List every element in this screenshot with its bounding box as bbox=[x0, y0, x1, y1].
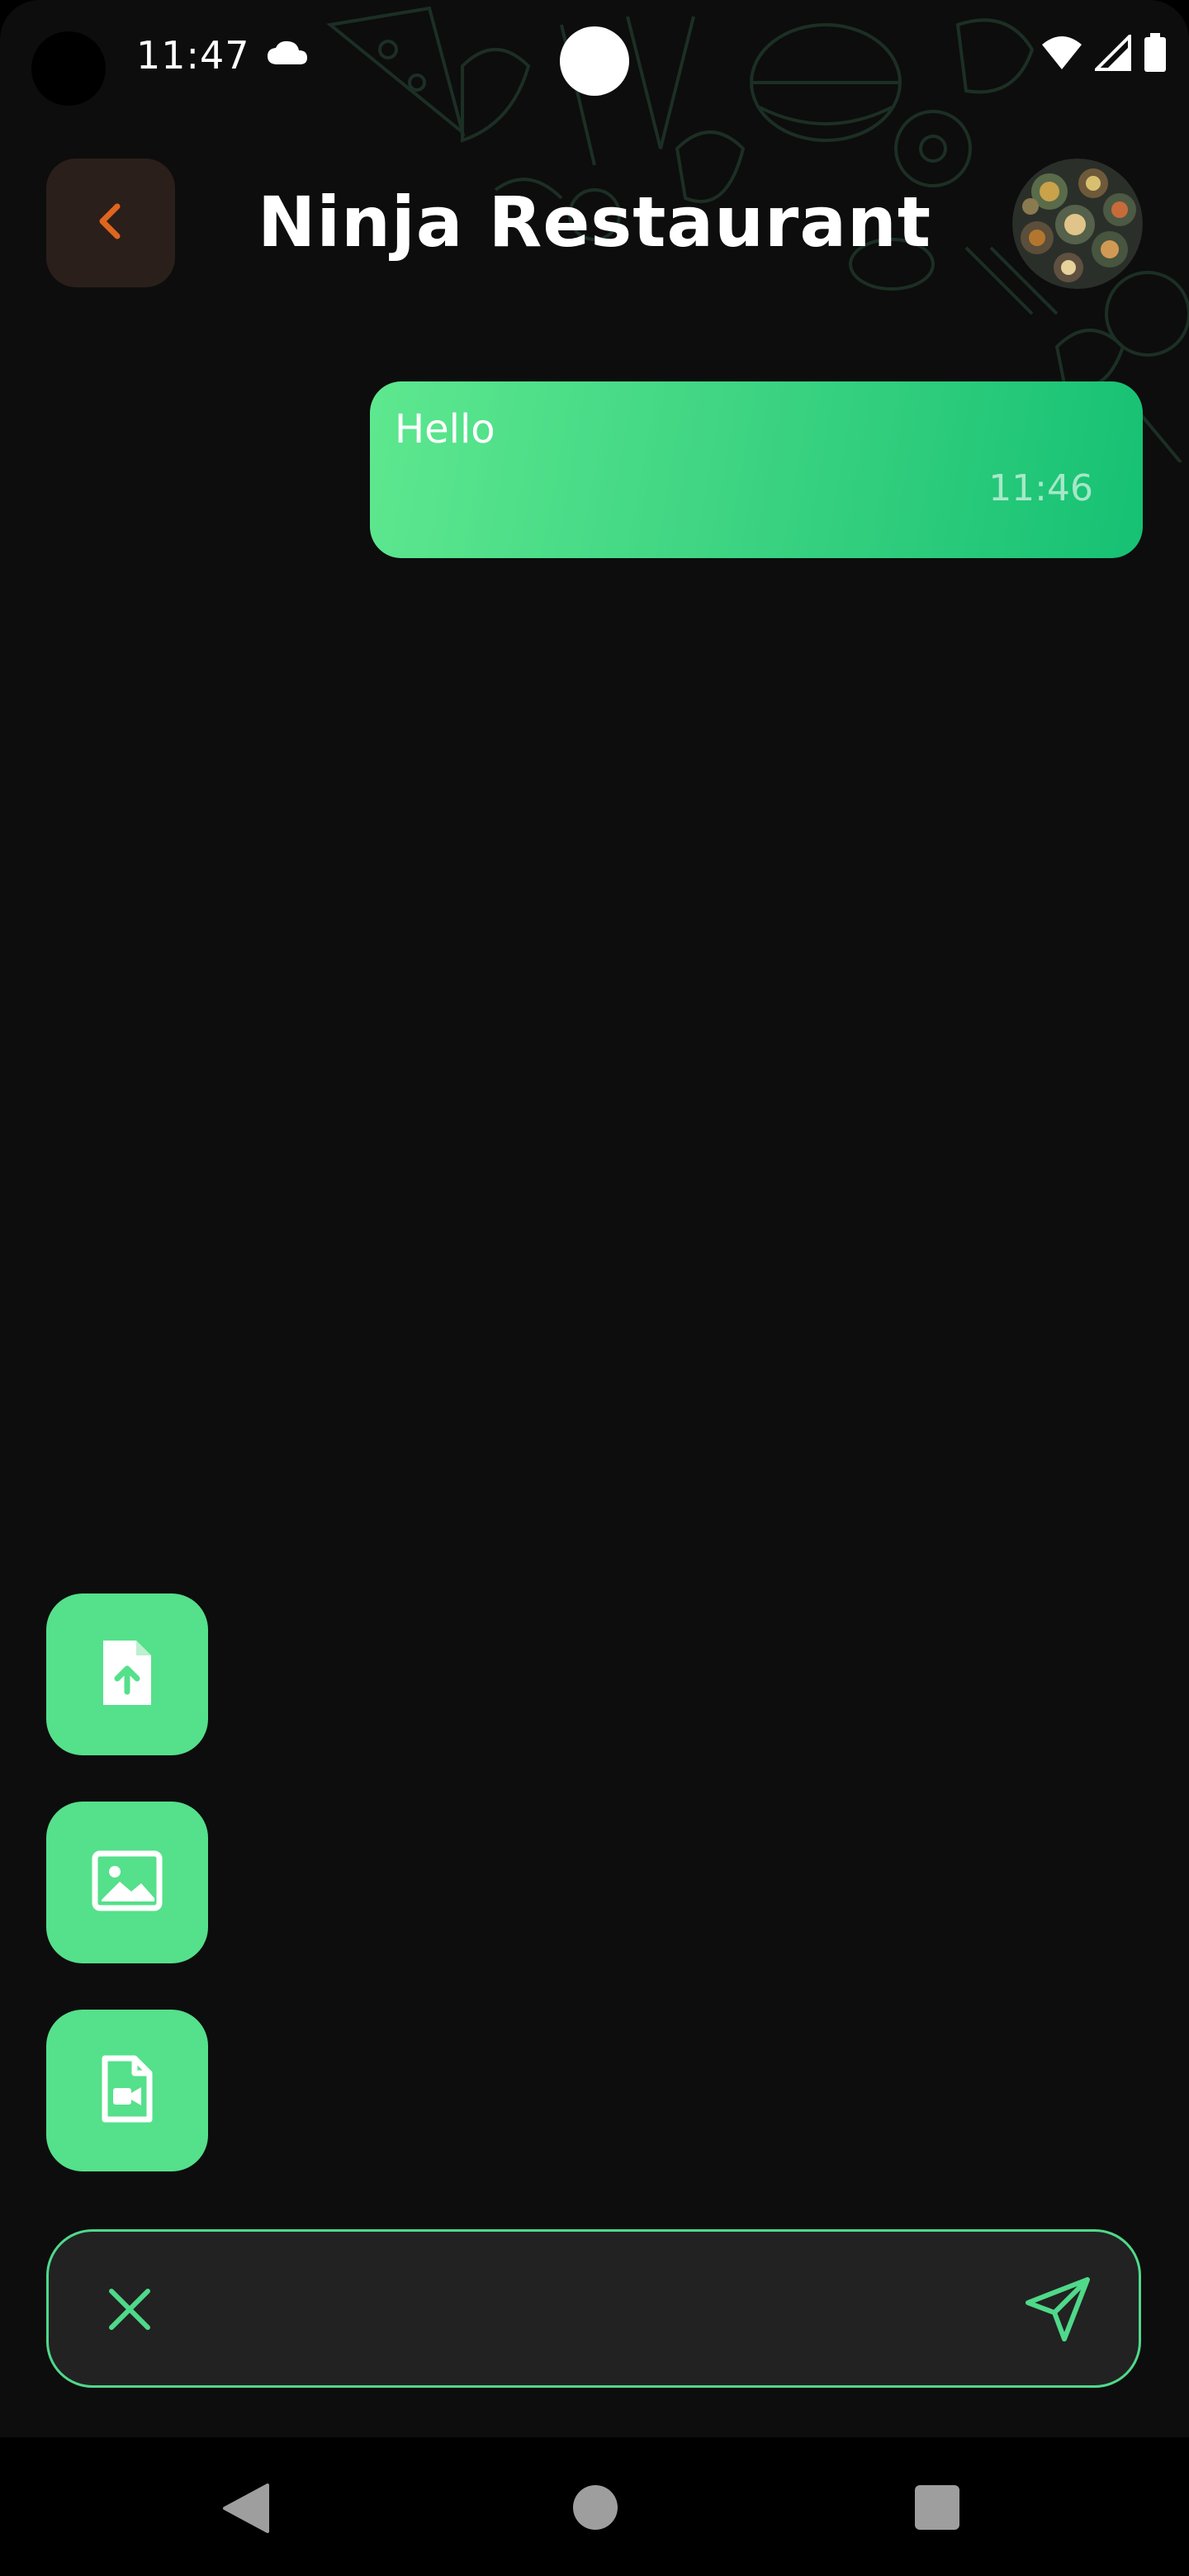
upload-video-button[interactable] bbox=[46, 2010, 208, 2171]
home-circle-icon[interactable] bbox=[573, 2485, 618, 2530]
chat-screen: 11:47 Ninja Restaurant Hello 11:46 bbox=[0, 0, 1189, 2576]
upload-file-button[interactable] bbox=[46, 1593, 208, 1755]
message-text: Hello bbox=[395, 406, 495, 452]
back-triangle-icon[interactable] bbox=[221, 2482, 271, 2538]
file-upload-icon bbox=[100, 1637, 154, 1712]
close-icon[interactable] bbox=[98, 2278, 161, 2341]
camera-cutout bbox=[31, 31, 106, 106]
message-input[interactable] bbox=[197, 2265, 960, 2356]
cell-signal-icon bbox=[1092, 32, 1131, 74]
message-bubble-outgoing[interactable]: Hello 11:46 bbox=[370, 381, 1143, 558]
message-timestamp: 11:46 bbox=[988, 467, 1093, 509]
battery-icon bbox=[1143, 33, 1168, 76]
cloud-icon bbox=[266, 40, 309, 69]
image-icon bbox=[92, 1850, 163, 1915]
recents-square-icon[interactable] bbox=[915, 2485, 959, 2530]
status-bar: 11:47 bbox=[0, 0, 1189, 116]
upload-image-button[interactable] bbox=[46, 1802, 208, 1963]
wifi-icon bbox=[1040, 35, 1083, 74]
status-time: 11:47 bbox=[136, 33, 250, 78]
restaurant-avatar[interactable] bbox=[1012, 159, 1143, 289]
video-file-icon bbox=[100, 2053, 154, 2128]
chat-header: Ninja Restaurant bbox=[0, 157, 1189, 289]
front-camera-indicator bbox=[560, 26, 629, 96]
send-icon[interactable] bbox=[1018, 2270, 1097, 2349]
message-composer bbox=[46, 2229, 1141, 2388]
system-status-icons bbox=[1040, 32, 1168, 76]
page-title: Ninja Restaurant bbox=[258, 182, 931, 263]
system-navigation-bar bbox=[0, 2437, 1189, 2576]
